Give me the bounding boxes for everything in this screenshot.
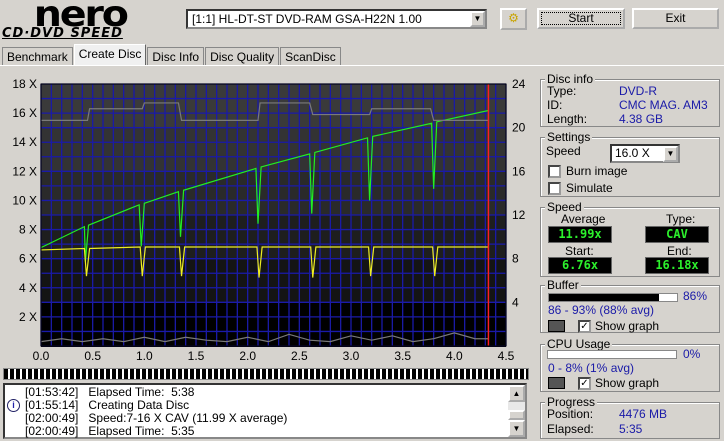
start-label: Start: [565, 244, 594, 258]
drive-select-value: [1:1] HL-DT-ST DVD-RAM GSA-H22N 1.00 [192, 12, 422, 26]
start-speed-display: 6.76x [548, 257, 612, 274]
disc-id-value: CMC MAG. AM3 [619, 98, 708, 112]
show-graph-label: Show graph [595, 376, 660, 390]
position-label: Position: [547, 407, 594, 421]
simulate-label: Simulate [566, 181, 613, 195]
progress-group: Progress Position: 4476 MB Elapsed: 5:35 [540, 395, 720, 439]
cpu-show-graph-checkbox[interactable]: ✓ [578, 377, 591, 390]
speed-label: Speed [546, 144, 581, 158]
cpu-graph-color[interactable] [548, 377, 565, 389]
tab-disc-quality[interactable]: Disc Quality [205, 47, 280, 65]
y2-tick-label: 12 [512, 208, 526, 222]
y-tick-label: 4 X [19, 281, 37, 295]
cpu-range: 0 - 8% (1% avg) [548, 361, 635, 375]
elapsed-label: Elapsed: [547, 422, 594, 436]
drives-icon[interactable]: ⚙ [500, 8, 527, 30]
plot-background-band [41, 215, 506, 260]
average-label: Average [561, 212, 606, 226]
y-tick-label: 18 X [12, 77, 37, 91]
x-tick-label: 4.0 [446, 349, 463, 363]
group-title: CPU Usage [545, 337, 613, 351]
settings-group: Settings Speed 16.0 X ▼ Burn image Simula… [540, 130, 720, 197]
y-tick-label: 6 X [19, 252, 37, 266]
tab-benchmark[interactable]: Benchmark [2, 47, 73, 65]
burn-image-checkbox[interactable] [548, 165, 561, 178]
cpu-usage-group: CPU Usage 0% 0 - 8% (1% avg) ✓ Show grap… [540, 337, 720, 392]
y-tick-label: 10 X [12, 193, 37, 207]
average-speed-display: 11.99x [548, 226, 612, 243]
type-label: Type: [666, 212, 696, 226]
cpu-percent: 0% [683, 347, 701, 361]
group-title: Buffer [545, 278, 581, 292]
plot-background-band [41, 171, 506, 216]
x-tick-label: 4.5 [498, 349, 515, 363]
type-label: Type: [547, 84, 577, 98]
buffer-percent: 86% [683, 289, 708, 303]
y-tick-label: 12 X [12, 164, 37, 178]
x-tick-label: 3.5 [394, 349, 411, 363]
buffer-group: Buffer 86% 86 - 93% (88% avg) ✓ Show gra… [540, 278, 720, 333]
disc-type-value: DVD-R [619, 84, 657, 98]
cd-dvd-speed-logo: CD·DVD SPEED [2, 26, 123, 41]
show-graph-label: Show graph [595, 319, 660, 333]
position-value: 4476 MB [619, 407, 668, 421]
tab-bar: Benchmark Create Disc Disc Info Disc Qua… [2, 44, 342, 65]
start-button[interactable]: Start [537, 8, 625, 29]
y-tick-label: 2 X [19, 310, 37, 324]
speed-select[interactable]: 16.0 X ▼ [610, 144, 680, 163]
x-tick-label: 0.5 [84, 349, 101, 363]
log-row: [01:53:42] Elapsed Time: 5:38 [25, 385, 195, 399]
info-icon: i [7, 399, 20, 412]
scroll-up-icon[interactable]: ▲ [508, 385, 525, 402]
speed-type-display: CAV [645, 226, 709, 243]
log-list[interactable]: [01:53:42] Elapsed Time: 5:38 i [01:55:1… [3, 383, 527, 439]
scroll-thumb[interactable] [508, 410, 525, 420]
log-row: [01:55:14] Creating Data Disc [25, 398, 190, 412]
disc-length-value: 4.38 GB [619, 112, 664, 126]
id-label: ID: [547, 98, 563, 112]
x-tick-label: 1.0 [136, 349, 153, 363]
x-tick-label: 3.0 [343, 349, 360, 363]
buffer-graph-color[interactable] [548, 320, 565, 332]
x-tick-label: 1.5 [188, 349, 205, 363]
y2-tick-label: 16 [512, 164, 526, 178]
x-tick-label: 2.0 [239, 349, 256, 363]
log-row: [02:00:49] Speed:7-16 X CAV (11.99 X ave… [25, 411, 288, 425]
y-tick-label: 8 X [19, 223, 37, 237]
disc-info-group: Disc info Type: DVD-R ID: CMC MAG. AM3 L… [540, 72, 720, 127]
y-tick-label: 14 X [12, 135, 37, 149]
y2-tick-label: 20 [512, 121, 526, 135]
y-tick-label: 16 X [12, 106, 37, 120]
end-label: End: [667, 244, 692, 258]
cpu-bar [547, 350, 677, 359]
tab-scandisc[interactable]: ScanDisc [280, 47, 341, 65]
log-row: [02:00:49] Elapsed Time: 5:35 [25, 424, 195, 438]
chevron-down-icon[interactable]: ▼ [470, 11, 485, 27]
y2-tick-label: 8 [512, 252, 519, 266]
simulate-checkbox[interactable] [548, 182, 561, 195]
speed-chart: 0.0 0.5 1.0 1.5 2.0 2.5 3.0 3.5 4.0 4.5 2 X 4 X 6 X 8… [12, 77, 526, 363]
length-label: Length: [547, 112, 588, 126]
elapsed-value: 5:35 [619, 422, 643, 436]
x-tick-label: 2.5 [291, 349, 308, 363]
y2-tick-label: 4 [512, 295, 519, 309]
y2-tick-label: 24 [512, 77, 526, 91]
log-scrollbar[interactable]: ▲ ▼ [508, 385, 525, 437]
scroll-down-icon[interactable]: ▼ [508, 420, 525, 437]
buffer-bar [548, 293, 678, 302]
write-progress-bar [3, 368, 529, 380]
burn-image-label: Burn image [566, 164, 628, 178]
group-title: Settings [545, 130, 593, 144]
exit-button[interactable]: Exit [632, 8, 719, 29]
tab-create-disc[interactable]: Create Disc [73, 44, 147, 65]
drive-select[interactable]: [1:1] HL-DT-ST DVD-RAM GSA-H22N 1.00 ▼ [186, 9, 487, 29]
buffer-range: 86 - 93% (88% avg) [548, 303, 655, 317]
buffer-show-graph-checkbox[interactable]: ✓ [578, 320, 591, 333]
x-tick-label: 0.0 [33, 349, 50, 363]
speed-group: Speed Average 11.99x Type: CAV Start: 6.… [540, 200, 720, 277]
chevron-down-icon[interactable]: ▼ [663, 146, 678, 162]
end-speed-display: 16.18x [645, 257, 709, 274]
tab-disc-info[interactable]: Disc Info [147, 47, 205, 65]
